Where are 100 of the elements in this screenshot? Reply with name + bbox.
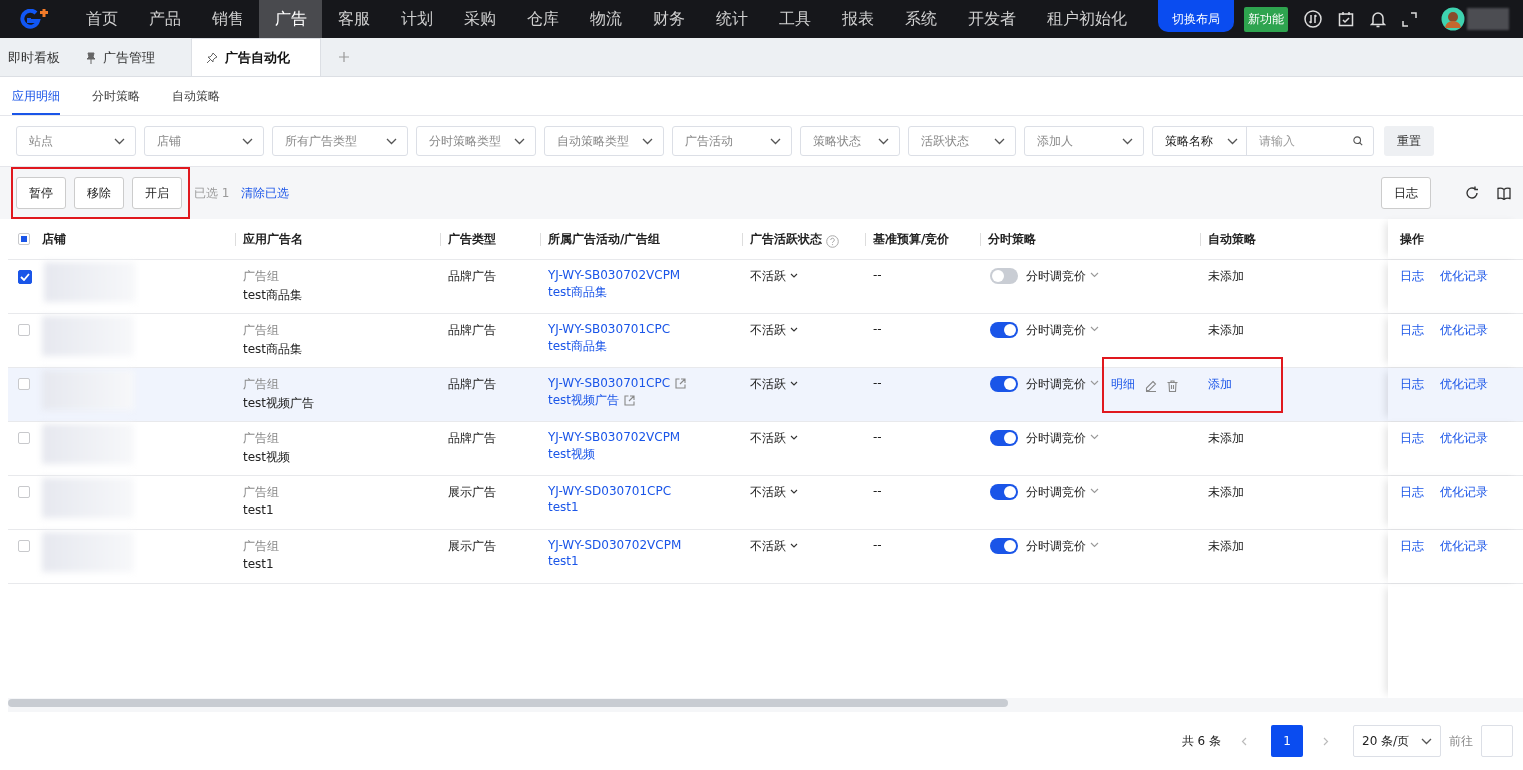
nav-item[interactable]: 财务 xyxy=(637,0,700,38)
status-dropdown[interactable]: 不活跃 xyxy=(750,376,786,393)
page-size-select[interactable]: 20 条/页 xyxy=(1353,725,1441,757)
nav-item[interactable]: 开发者 xyxy=(952,0,1031,38)
row-action-link[interactable]: 日志 xyxy=(1400,538,1424,555)
calendar-check-icon[interactable] xyxy=(1338,11,1354,27)
nav-item[interactable]: 采购 xyxy=(448,0,511,38)
horizontal-scrollbar[interactable] xyxy=(8,699,1008,707)
row-action-link[interactable]: 日志 xyxy=(1400,430,1424,447)
search-icon[interactable] xyxy=(1353,135,1363,147)
sub-tab[interactable]: 应用明细 xyxy=(12,77,60,115)
toggle-switch[interactable] xyxy=(990,538,1018,554)
row-action-link[interactable]: 日志 xyxy=(1400,484,1424,501)
row-action-link[interactable]: 日志 xyxy=(1400,322,1424,339)
status-dropdown[interactable]: 不活跃 xyxy=(750,484,786,501)
ad-group-link[interactable]: test商品集 xyxy=(548,338,608,355)
page-button[interactable]: 1 xyxy=(1271,725,1303,757)
bell-icon[interactable] xyxy=(1370,10,1386,28)
bulk-action-button[interactable]: 暂停 xyxy=(16,177,66,209)
detail-link[interactable]: 明细 xyxy=(1111,376,1135,393)
row-action-link[interactable]: 优化记录 xyxy=(1440,484,1488,501)
filter-select[interactable]: 自动策略类型 xyxy=(544,126,664,156)
nav-item[interactable]: 物流 xyxy=(574,0,637,38)
log-button[interactable]: 日志 xyxy=(1381,177,1431,209)
book-icon[interactable] xyxy=(1497,186,1511,200)
campaign-link[interactable]: YJ-WY-SB030701CPC xyxy=(548,376,671,390)
timed-strategy-label: 分时调竞价 xyxy=(1026,538,1086,555)
toggle-switch[interactable] xyxy=(990,376,1018,392)
row-action-link[interactable]: 优化记录 xyxy=(1440,538,1488,555)
sub-tab[interactable]: 自动策略 xyxy=(172,77,220,115)
nav-item[interactable]: 产品 xyxy=(133,0,196,38)
reset-button[interactable]: 重置 xyxy=(1384,126,1434,156)
filter-select[interactable]: 广告活动 xyxy=(672,126,792,156)
sort-circle-icon[interactable] xyxy=(1304,10,1322,28)
toggle-switch[interactable] xyxy=(990,484,1018,500)
bulk-action-button[interactable]: 移除 xyxy=(74,177,124,209)
filter-select[interactable]: 活跃状态 xyxy=(908,126,1016,156)
chevron-down-icon xyxy=(642,137,653,145)
row-checkbox[interactable] xyxy=(18,270,32,284)
edit-icon[interactable] xyxy=(1145,380,1157,392)
refresh-icon[interactable] xyxy=(1465,186,1479,200)
pin-icon[interactable] xyxy=(86,51,96,64)
toggle-switch[interactable] xyxy=(990,268,1018,284)
goto-page-field[interactable] xyxy=(1481,725,1513,757)
search-field-select[interactable]: 策略名称 xyxy=(1153,127,1247,155)
nav-item[interactable]: 租户初始化 xyxy=(1031,0,1142,38)
page-tab[interactable]: 即时看板 xyxy=(0,39,70,76)
pin-icon[interactable] xyxy=(206,51,218,64)
nav-item[interactable]: 销售 xyxy=(196,0,259,38)
bulk-action-button[interactable]: 开启 xyxy=(132,177,182,209)
status-dropdown[interactable]: 不活跃 xyxy=(750,430,786,447)
ad-group-link[interactable]: test视频广告 xyxy=(548,392,620,409)
delete-icon[interactable] xyxy=(1167,380,1178,392)
campaign-link[interactable]: YJ-WY-SB030702VCPM xyxy=(548,430,681,444)
add-strategy-link[interactable]: 添加 xyxy=(1208,376,1232,393)
toggle-switch[interactable] xyxy=(990,430,1018,446)
nav-item[interactable]: 广告 xyxy=(259,0,322,38)
row-action-link[interactable]: 优化记录 xyxy=(1440,376,1488,393)
filter-select[interactable]: 策略状态 xyxy=(800,126,900,156)
select-all-checkbox[interactable] xyxy=(18,233,30,245)
clear-selection-link[interactable]: 清除已选 xyxy=(241,184,290,202)
ad-group-link[interactable]: test1 xyxy=(548,554,579,568)
campaign-link[interactable]: YJ-WY-SB030701CPC xyxy=(548,322,671,336)
nav-item[interactable]: 工具 xyxy=(763,0,826,38)
nav-item[interactable]: 统计 xyxy=(700,0,763,38)
nav-item[interactable]: 客服 xyxy=(322,0,385,38)
ad-group-link[interactable]: test商品集 xyxy=(548,284,608,301)
filter-select[interactable]: 店铺 xyxy=(144,126,264,156)
filter-select[interactable]: 分时策略类型 xyxy=(416,126,536,156)
nav-item[interactable]: 仓库 xyxy=(511,0,574,38)
filter-select[interactable]: 所有广告类型 xyxy=(272,126,408,156)
ad-name: test1 xyxy=(243,503,274,517)
ad-group-link[interactable]: test1 xyxy=(548,500,579,514)
row-action-link[interactable]: 日志 xyxy=(1400,268,1424,285)
nav-item[interactable]: 计划 xyxy=(385,0,448,38)
external-link-icon[interactable] xyxy=(624,395,636,406)
page-tab[interactable]: 广告管理 xyxy=(70,39,169,76)
campaign-link[interactable]: YJ-WY-SB030702VCPM xyxy=(548,268,681,282)
campaign-link[interactable]: YJ-WY-SD030701CPC xyxy=(548,484,672,498)
status-dropdown[interactable]: 不活跃 xyxy=(750,322,786,339)
page-tab[interactable]: 广告自动化 xyxy=(191,38,321,76)
nav-item[interactable]: 系统 xyxy=(889,0,952,38)
status-dropdown[interactable]: 不活跃 xyxy=(750,268,786,285)
row-action-link[interactable]: 优化记录 xyxy=(1440,268,1488,285)
avatar-icon[interactable] xyxy=(1441,7,1465,31)
external-link-icon[interactable] xyxy=(675,377,687,389)
sub-tab[interactable]: 分时策略 xyxy=(92,77,140,115)
switch-layout-button[interactable]: 切换布局 xyxy=(1158,0,1234,32)
row-action-link[interactable]: 日志 xyxy=(1400,376,1424,393)
fullscreen-icon[interactable] xyxy=(1402,11,1417,27)
toggle-switch[interactable] xyxy=(990,322,1018,338)
campaign-link[interactable]: YJ-WY-SD030702VCPM xyxy=(548,538,682,552)
ad-group-link[interactable]: test视频 xyxy=(548,446,596,463)
nav-item[interactable]: 报表 xyxy=(826,0,889,38)
row-action-link[interactable]: 优化记录 xyxy=(1440,322,1488,339)
filter-select[interactable]: 添加人 xyxy=(1024,126,1144,156)
status-dropdown[interactable]: 不活跃 xyxy=(750,538,786,555)
filter-select[interactable]: 站点 xyxy=(16,126,136,156)
nav-item[interactable]: 首页 xyxy=(70,0,133,38)
row-action-link[interactable]: 优化记录 xyxy=(1440,430,1488,447)
